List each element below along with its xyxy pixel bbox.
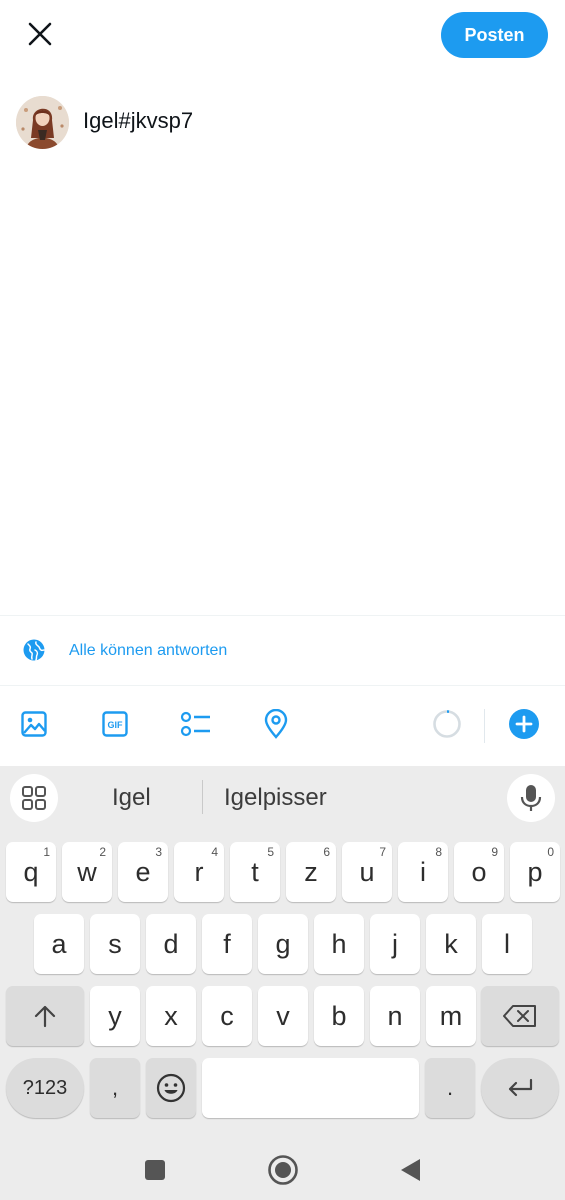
add-gif-button[interactable]: GIF: [99, 708, 131, 740]
progress-ring-icon: [433, 710, 461, 738]
key-i[interactable]: i8: [398, 842, 448, 902]
add-location-button[interactable]: [260, 708, 292, 740]
suggestion-item[interactable]: Igel: [112, 784, 151, 812]
post-button[interactable]: Posten: [441, 12, 548, 58]
key-b[interactable]: b: [314, 986, 364, 1046]
toolbar-divider: [484, 709, 485, 743]
suggestion-item[interactable]: Igelpisser: [224, 784, 327, 812]
emoji-icon: [156, 1073, 186, 1103]
keyboard-menu-button[interactable]: [10, 774, 58, 822]
microphone-icon: [520, 785, 542, 811]
key-q[interactable]: q1: [6, 842, 56, 902]
home-icon: [268, 1155, 298, 1185]
key-t[interactable]: t5: [230, 842, 280, 902]
key-r[interactable]: r4: [174, 842, 224, 902]
key-v[interactable]: v: [258, 986, 308, 1046]
back-icon: [401, 1159, 420, 1181]
svg-text:GIF: GIF: [108, 720, 124, 730]
key-x[interactable]: x: [146, 986, 196, 1046]
key-m[interactable]: m: [426, 986, 476, 1046]
key-g[interactable]: g: [258, 914, 308, 974]
key-h[interactable]: h: [314, 914, 364, 974]
poll-icon: [180, 711, 210, 737]
compose-toolbar: GIF: [0, 686, 565, 766]
reply-setting-button[interactable]: Alle können antworten: [0, 618, 565, 684]
add-image-button[interactable]: [18, 708, 50, 740]
enter-icon: [508, 1078, 533, 1097]
suggestion-bar: Igel Igelpisser: [0, 766, 565, 832]
key-a[interactable]: a: [34, 914, 84, 974]
key-c[interactable]: c: [202, 986, 252, 1046]
symbols-key[interactable]: ?123: [6, 1058, 84, 1118]
voice-input-button[interactable]: [507, 774, 555, 822]
gif-icon: GIF: [102, 711, 128, 737]
emoji-key[interactable]: [146, 1058, 196, 1118]
key-y[interactable]: y: [90, 986, 140, 1046]
add-poll-button[interactable]: [180, 708, 212, 740]
suggestion-separator: [202, 780, 203, 814]
keyboard: Igel Igelpisser q1 w2 e3 r4 t5 z6 u7 i8 …: [0, 766, 565, 1200]
backspace-icon: [503, 1005, 536, 1027]
close-icon: [28, 22, 52, 46]
period-key[interactable]: .: [425, 1058, 475, 1118]
compose-header: Posten: [0, 0, 565, 70]
key-p[interactable]: p0: [510, 842, 560, 902]
add-thread-button[interactable]: [508, 708, 540, 740]
comma-key[interactable]: ,: [90, 1058, 140, 1118]
space-key[interactable]: [202, 1058, 419, 1118]
enter-key[interactable]: [481, 1058, 559, 1118]
key-f[interactable]: f: [202, 914, 252, 974]
globe-icon: [23, 639, 45, 661]
compose-text[interactable]: Igel#jkvsp7: [83, 108, 193, 134]
avatar[interactable]: [16, 96, 69, 149]
back-button[interactable]: [390, 1150, 430, 1190]
shift-key[interactable]: [6, 986, 84, 1046]
home-button[interactable]: [263, 1150, 303, 1190]
key-o[interactable]: o9: [454, 842, 504, 902]
key-u[interactable]: u7: [342, 842, 392, 902]
shift-arrow-icon: [34, 1005, 56, 1028]
key-w[interactable]: w2: [62, 842, 112, 902]
add-thread-icon: [509, 709, 539, 739]
key-k[interactable]: k: [426, 914, 476, 974]
key-z[interactable]: z6: [286, 842, 336, 902]
backspace-key[interactable]: [481, 986, 559, 1046]
avatar-illustration: [16, 96, 69, 149]
recents-button[interactable]: [135, 1150, 175, 1190]
key-n[interactable]: n: [370, 986, 420, 1046]
apps-grid-icon: [22, 786, 46, 810]
reply-setting-label: Alle können antworten: [69, 642, 228, 659]
key-j[interactable]: j: [370, 914, 420, 974]
key-l[interactable]: l: [482, 914, 532, 974]
key-e[interactable]: e3: [118, 842, 168, 902]
key-s[interactable]: s: [90, 914, 140, 974]
system-navigation-bar: [0, 1136, 565, 1200]
location-icon: [264, 709, 288, 739]
divider: [0, 615, 565, 616]
character-counter: [431, 708, 463, 740]
image-icon: [21, 711, 47, 737]
recents-icon: [145, 1160, 165, 1180]
key-d[interactable]: d: [146, 914, 196, 974]
close-button[interactable]: [20, 14, 60, 54]
